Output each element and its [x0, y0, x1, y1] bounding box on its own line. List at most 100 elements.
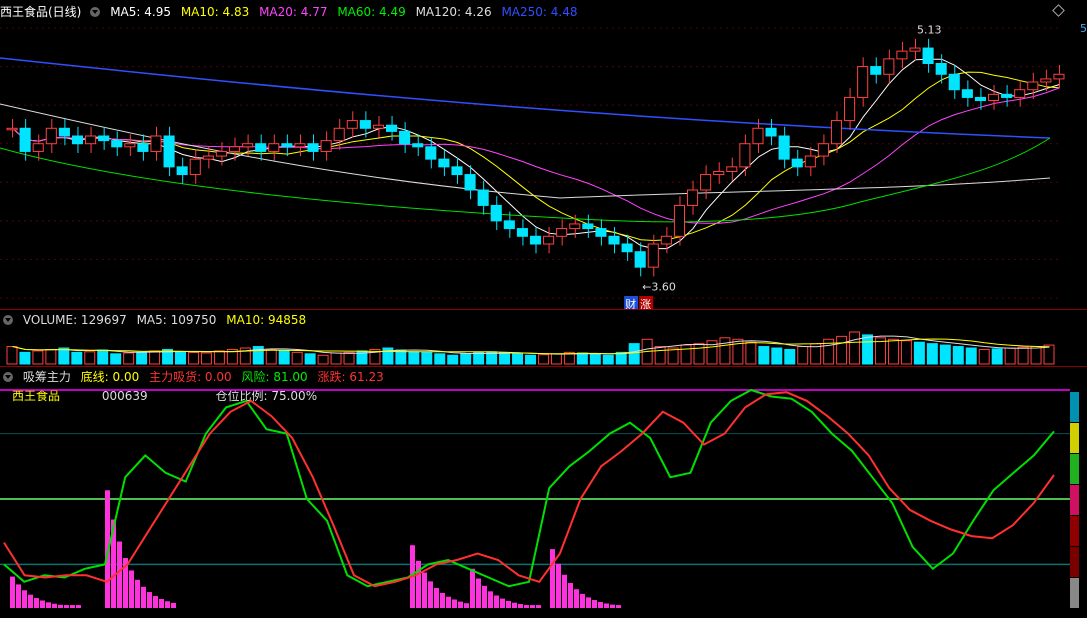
accumulation-bar	[135, 579, 140, 608]
candle	[1001, 93, 1013, 98]
accumulation-bar	[598, 602, 603, 608]
ma5-label: MA5: 4.95	[110, 5, 171, 19]
volume-bar	[499, 352, 511, 365]
volume-bar	[136, 351, 148, 365]
candle	[189, 158, 201, 176]
color-scale-segment	[1070, 547, 1079, 577]
accumulation-bar	[574, 589, 579, 608]
accumulation-bar	[506, 600, 511, 608]
volume-bar	[693, 343, 705, 365]
volume-ma5-label: MA5: 109750	[136, 313, 217, 327]
accumulation-bar	[22, 590, 27, 608]
candle	[883, 58, 895, 75]
candle	[817, 143, 829, 157]
accumulation-bar	[536, 605, 541, 608]
accumulation-bar	[494, 595, 499, 608]
accumulation-bar	[616, 605, 621, 608]
accumulation-bar	[446, 596, 451, 608]
volume-bar	[460, 353, 472, 365]
candle	[791, 158, 803, 168]
volume-bar	[71, 351, 83, 365]
volume-bar	[719, 337, 731, 365]
volume-bar	[771, 347, 783, 365]
volume-bar	[123, 352, 135, 365]
candle	[516, 228, 528, 237]
ma60-label: MA60: 4.49	[337, 5, 406, 19]
candle	[176, 166, 188, 176]
accumulation-bar	[556, 563, 561, 608]
volume-bar	[434, 353, 446, 365]
volume-bar	[836, 335, 848, 365]
accumulation-bar	[440, 592, 445, 608]
color-scale-segment	[1070, 454, 1079, 484]
candle	[909, 47, 921, 52]
accumulation-bar	[153, 596, 158, 608]
volume-bar	[58, 347, 70, 365]
candle	[98, 135, 110, 142]
dropdown-icon[interactable]	[90, 7, 101, 17]
accumulation-bar	[28, 594, 33, 608]
divider	[0, 309, 1087, 310]
candle	[922, 47, 934, 64]
accumulation-bar	[58, 604, 63, 608]
ma250-label: MA250: 4.48	[501, 5, 578, 19]
accumulation-bar	[159, 599, 164, 608]
change-label: 涨跌: 61.23	[317, 370, 384, 384]
color-scale-segment	[1070, 423, 1079, 453]
accumulation-bar	[604, 603, 609, 608]
candle	[634, 251, 646, 268]
accumulation-bar	[470, 568, 475, 608]
candle	[124, 143, 136, 148]
accumulation-bar	[34, 597, 39, 608]
accumulation-bar	[129, 570, 134, 608]
volume-bar	[978, 348, 990, 365]
candle	[111, 140, 123, 148]
candle	[307, 143, 319, 152]
candle	[1053, 73, 1065, 80]
candle	[163, 135, 175, 168]
accumulation-bar	[568, 583, 573, 608]
stock-title[interactable]: 西王食品(日线)	[0, 5, 81, 19]
indicator-title[interactable]: 吸筹主力	[23, 370, 71, 384]
volume-bar	[758, 346, 770, 365]
volume-bar	[408, 351, 420, 365]
candle	[1040, 78, 1052, 83]
accumulation-bar	[452, 599, 457, 608]
dropdown-icon[interactable]	[3, 315, 13, 325]
candle	[595, 228, 607, 237]
candle	[386, 124, 398, 132]
candle	[19, 127, 31, 152]
volume-bar	[213, 350, 225, 365]
volume-bar	[291, 351, 303, 365]
candle	[58, 127, 70, 137]
low-price-label: ←3.60	[642, 280, 676, 293]
volume-ma10-label: MA10: 94858	[226, 313, 307, 327]
accumulation-bar	[464, 603, 469, 608]
volume-bar	[200, 352, 212, 365]
accumulation-bar	[562, 574, 567, 608]
candle	[242, 143, 254, 148]
accumulation-bar	[416, 560, 421, 608]
candle	[870, 66, 882, 75]
dropdown-icon[interactable]	[3, 372, 13, 382]
candle	[765, 127, 777, 137]
candle	[961, 89, 973, 98]
volume-bar	[602, 354, 614, 365]
candle	[582, 223, 594, 230]
volume-bar	[97, 349, 109, 365]
volume-bar	[473, 351, 485, 365]
candle	[713, 170, 725, 176]
candle	[673, 204, 685, 237]
accumulation-bar	[592, 600, 597, 608]
candle	[202, 155, 214, 160]
accumulation-bar	[117, 541, 122, 608]
accumulation-bar	[16, 584, 21, 608]
candle	[294, 143, 306, 148]
panel-options-icon[interactable]	[1052, 4, 1065, 17]
volume-bar	[1004, 347, 1016, 365]
accumulation-bar	[610, 604, 615, 608]
candle	[1014, 89, 1026, 98]
volume-bar	[939, 344, 951, 365]
volume-bar	[952, 346, 964, 365]
candle	[85, 135, 97, 145]
